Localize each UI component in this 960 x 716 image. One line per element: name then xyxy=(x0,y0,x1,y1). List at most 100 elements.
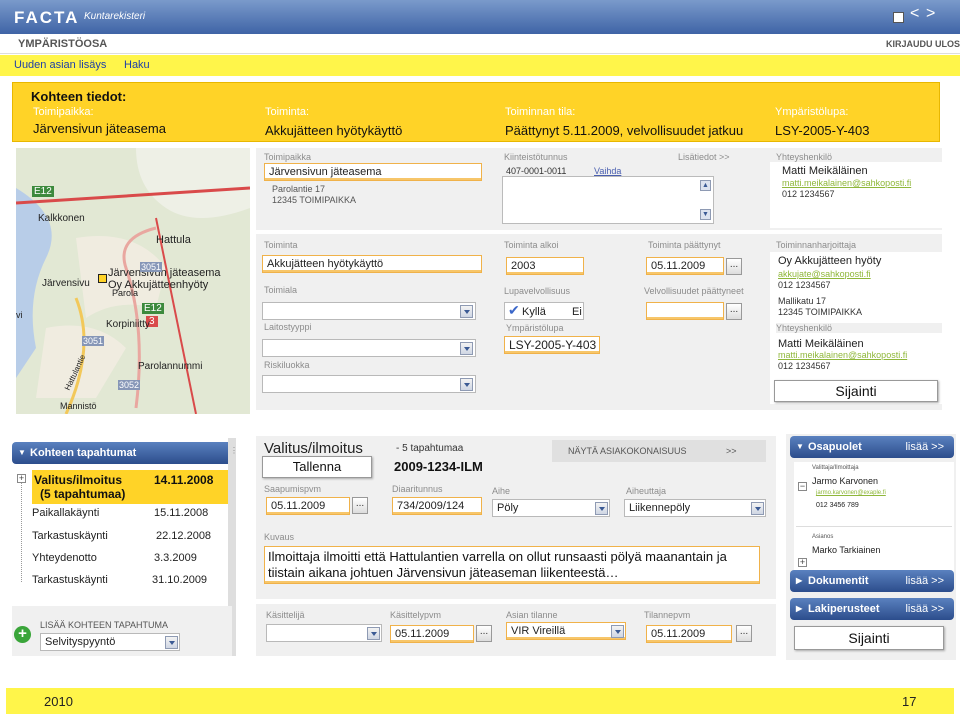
handled-field[interactable]: 05.11.2009 xyxy=(390,625,474,643)
started-field[interactable]: 2003 xyxy=(506,257,584,275)
case-number: 2009-1234-ILM xyxy=(394,459,483,474)
legal-header[interactable]: ▶ Lakiperusteet lisää >> xyxy=(790,598,954,620)
logo-subtitle: Kuntarekisteri xyxy=(84,11,146,22)
received-field[interactable]: 05.11.2009 xyxy=(266,497,350,515)
subject-label: Aihe xyxy=(492,486,511,496)
nav-new-case[interactable]: Uuden asian lisäys xyxy=(14,59,106,71)
reporter-email[interactable]: jarmo.karvonen@exaple.fi xyxy=(816,490,886,496)
map[interactable]: E12 Kalkkonen Hattula Järvensivu Järvens… xyxy=(16,148,250,414)
add-event-icon[interactable]: + xyxy=(14,626,31,643)
parties-header[interactable]: ▼ Osapuolet lisää >> xyxy=(790,436,954,458)
permit-req-check-icon[interactable]: ✔ xyxy=(508,302,520,319)
expand-event-icon[interactable]: + xyxy=(17,474,26,483)
risk-dropdown-icon[interactable] xyxy=(460,378,473,391)
handled-date-picker-button[interactable]: ... xyxy=(476,625,492,642)
cause-select[interactable]: Liikennepöly xyxy=(624,499,766,517)
ended-date-picker-button[interactable]: ... xyxy=(726,258,742,275)
map-label-e12-mid: E12 xyxy=(142,303,164,314)
logout-link[interactable]: KIRJAUDU ULOS xyxy=(886,39,960,49)
documents-header[interactable]: ▶ Dokumentit lisää >> xyxy=(790,570,954,592)
operator-email[interactable]: akkujate@sahkoposti.fi xyxy=(778,269,871,279)
expand-party-icon[interactable]: + xyxy=(798,558,807,567)
show-all-label: NÄYTÄ ASIAKOKONAISUUS xyxy=(568,446,687,456)
operator-email-text[interactable]: akkujate@sahkoposti.fi xyxy=(778,269,871,279)
timeline-panel: ▼ Kohteen tapahtumat + Valitus/ilmoitus … xyxy=(12,438,236,600)
next-date-picker-button[interactable]: ... xyxy=(736,625,752,642)
case-permit-value: LSY-2005-Y-403 xyxy=(775,123,870,138)
type-select[interactable] xyxy=(262,339,476,357)
back-arrow-icon[interactable]: < xyxy=(910,5,919,23)
documents-more-link[interactable]: lisää >> xyxy=(905,570,944,592)
map-label-hattula: Hattula xyxy=(156,234,191,246)
timeline-item-2[interactable]: Tarkastuskäynti 22.12.2008 xyxy=(32,530,232,542)
description-field[interactable]: Ilmoittaja ilmoitti että Hattulantien va… xyxy=(264,546,760,584)
timeline-title: Kohteen tapahtumat xyxy=(30,447,137,459)
type-dropdown-icon[interactable] xyxy=(460,342,473,355)
sector-select[interactable] xyxy=(262,302,476,320)
act-contact-email[interactable]: matti.meikalainen@sahkoposti.fi xyxy=(778,350,907,360)
subject-select[interactable]: Pöly xyxy=(492,499,610,517)
permit-req-other: Ei xyxy=(572,306,582,318)
scroll-up-icon[interactable]: ▲ xyxy=(700,180,711,191)
parties-arrow-icon: ▼ xyxy=(796,442,804,451)
timeline-item-4[interactable]: Tarkastuskäynti 31.10.2009 xyxy=(32,574,232,586)
timeline-item-3[interactable]: Yhteydenotto 3.3.2009 xyxy=(32,552,232,564)
activity-field[interactable]: Akkujätteen hyötykäyttö xyxy=(262,255,482,273)
event-title: Valitus/ilmoitus xyxy=(264,440,363,457)
timeline-item-0[interactable]: Valitus/ilmoitus (5 tapahtumaa) 14.11.20… xyxy=(32,470,232,504)
timeline-tree-line xyxy=(21,478,22,582)
received-date-picker-button[interactable]: ... xyxy=(352,497,368,514)
event-location-button[interactable]: Sijainti xyxy=(794,626,944,650)
scroll-down-icon[interactable]: ▼ xyxy=(700,209,711,220)
nav-search[interactable]: Haku xyxy=(124,59,150,71)
duties-date-picker-button[interactable]: ... xyxy=(726,303,742,320)
timeline-item-1-date: 15.11.2008 xyxy=(154,507,209,519)
operator-addr1: Mallikatu 17 xyxy=(778,296,827,306)
add-event-select[interactable]: Selvityspyyntö xyxy=(40,633,180,651)
site-property-list[interactable] xyxy=(502,176,714,224)
section-bar: YMPÄRISTÖOSA KIRJAUDU ULOS xyxy=(0,34,960,54)
parties-more-link[interactable]: lisää >> xyxy=(905,436,944,458)
duties-ended-field[interactable] xyxy=(646,302,724,320)
map-site-marker-icon[interactable] xyxy=(98,274,107,283)
diary-label: Diaaritunnus xyxy=(392,484,443,494)
site-property-label: Kiinteistötunnus xyxy=(504,152,568,162)
subject-dropdown-icon[interactable] xyxy=(595,502,608,515)
header-checkbox-icon[interactable] xyxy=(893,12,904,23)
site-place-field[interactable]: Järvensivun jäteasema xyxy=(264,163,482,181)
handler-dropdown-icon[interactable] xyxy=(367,627,380,640)
site-change-link[interactable]: Vaihda xyxy=(594,166,621,176)
site-contact-phone: 012 1234567 xyxy=(782,189,835,199)
handler-select[interactable] xyxy=(266,624,382,642)
next-date-field[interactable]: 05.11.2009 xyxy=(646,625,732,643)
risk-select[interactable] xyxy=(262,375,476,393)
case-place-label: Toimipaikka: xyxy=(33,106,94,118)
map-label-korpiniitty: Korpiniitty xyxy=(106,319,150,330)
ended-label: Toiminta päättynyt xyxy=(648,240,721,250)
nav-bar: Uuden asian lisäys Haku xyxy=(0,55,960,76)
state-select[interactable]: VIR Vireillä xyxy=(506,622,626,640)
env-permit-field[interactable]: LSY-2005-Y-403 xyxy=(504,336,600,354)
map-label-mannisto: Mannistö xyxy=(60,401,97,411)
ended-field[interactable]: 05.11.2009 xyxy=(646,257,724,275)
add-event-dropdown-icon[interactable] xyxy=(165,636,178,649)
site-address2: 12345 TOIMIPAIKKA xyxy=(272,195,357,205)
diary-field[interactable]: 734/2009/124 xyxy=(392,497,482,515)
site-contact-email[interactable]: matti.meikalainen@sahkoposti.fi xyxy=(782,178,911,188)
started-label: Toiminta alkoi xyxy=(504,240,559,250)
site-more-info-link[interactable]: Lisätiedot >> xyxy=(678,152,730,162)
collapse-reporter-icon[interactable]: − xyxy=(798,482,807,491)
site-location-button[interactable]: Sijainti xyxy=(774,380,938,402)
reporter-name: Jarmo Karvonen xyxy=(812,476,879,486)
permit-req-label: Lupavelvollisuus xyxy=(504,286,571,296)
timeline-item-1[interactable]: Paikallakäynti 15.11.2008 xyxy=(32,507,232,519)
forward-arrow-icon[interactable]: > xyxy=(926,5,935,23)
state-dropdown-icon[interactable] xyxy=(611,625,624,638)
timeline-header-arrow-icon: ▼ xyxy=(18,448,26,457)
cause-dropdown-icon[interactable] xyxy=(751,502,764,515)
description-label: Kuvaus xyxy=(264,532,295,542)
save-button[interactable]: Tallenna xyxy=(262,456,372,478)
legal-more-link[interactable]: lisää >> xyxy=(905,598,944,620)
sector-dropdown-icon[interactable] xyxy=(460,305,473,318)
show-all-button[interactable]: NÄYTÄ ASIAKOKONAISUUS >> xyxy=(552,440,766,462)
